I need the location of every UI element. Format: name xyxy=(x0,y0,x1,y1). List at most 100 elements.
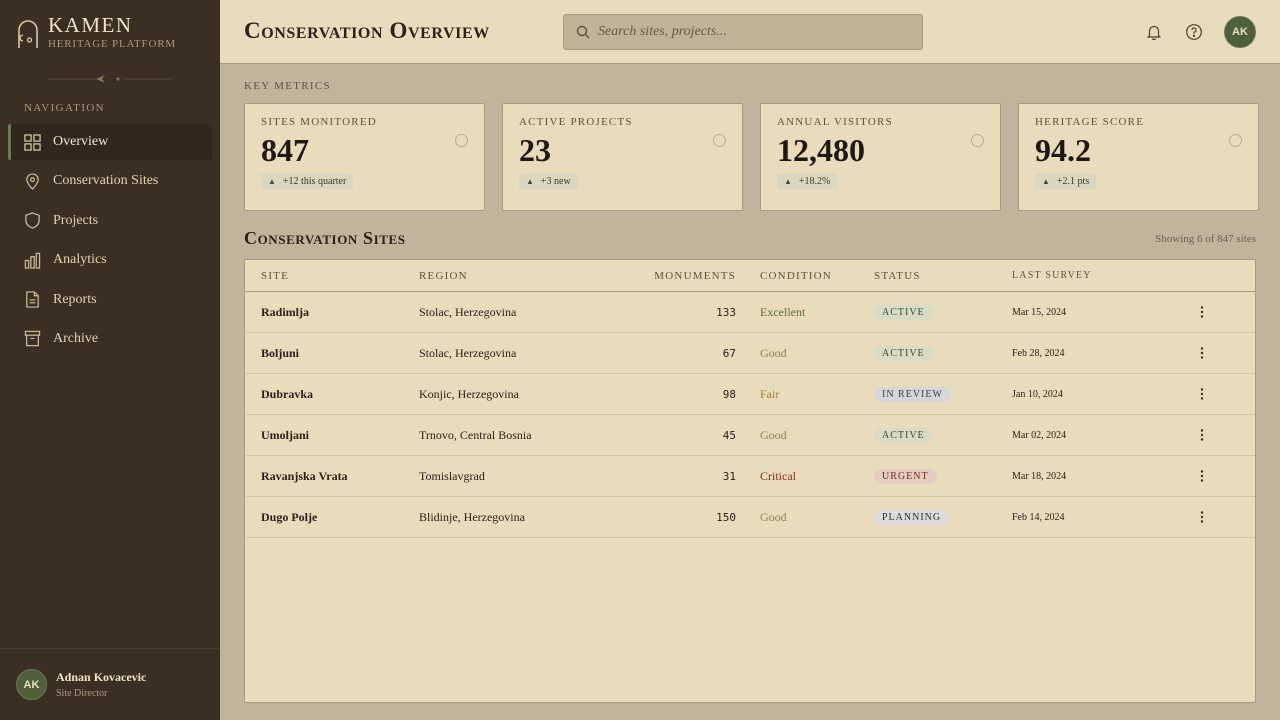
monument-count: 45 xyxy=(722,428,736,442)
header-avatar[interactable]: AK xyxy=(1224,16,1256,48)
sidebar-item-label: Conservation Sites xyxy=(53,173,159,189)
metric-cards: SITES MONITORED 847 ▲ +12 this quarter AC… xyxy=(244,103,1259,211)
ring-indicator-icon xyxy=(713,134,726,147)
metric-delta-badge: ▲ +18.2% xyxy=(777,174,838,189)
status-badge: IN REVIEW xyxy=(874,387,951,402)
table-row[interactable]: Ravanjska Vrata Tomislavgrad 31 Critical URG… xyxy=(245,456,1255,497)
metric-delta-badge: ▲ +2.1 pts xyxy=(1035,174,1097,189)
search-box[interactable] xyxy=(563,14,923,50)
site-name: Ravanjska Vrata xyxy=(261,468,348,483)
column-header-region[interactable]: REGION xyxy=(419,270,609,282)
ring-indicator-icon xyxy=(971,134,984,147)
column-header-monuments[interactable]: MONUMENTS xyxy=(609,270,736,282)
more-options-icon[interactable] xyxy=(1195,510,1209,524)
monument-count: 31 xyxy=(722,469,736,483)
condition-label: Excellent xyxy=(760,304,806,319)
sidebar-item-overview[interactable]: Overview xyxy=(8,124,212,160)
sidebar-item-reports[interactable]: Reports xyxy=(8,282,212,318)
monument-count: 98 xyxy=(722,387,736,401)
status-badge: ACTIVE xyxy=(874,305,933,320)
site-name: Boljuni xyxy=(261,345,300,360)
ring-indicator-icon xyxy=(455,134,468,147)
site-region: Stolac, Herzegovina xyxy=(419,304,517,319)
top-bar: Conservation Overview AK xyxy=(220,0,1280,64)
site-region: Blidinje, Herzegovina xyxy=(419,509,525,524)
metric-label: HERITAGE SCORE xyxy=(1035,116,1145,128)
sidebar-item-archive[interactable]: Archive xyxy=(8,321,212,357)
last-survey-date: Jan 10, 2024 xyxy=(1012,388,1063,400)
more-options-icon[interactable] xyxy=(1195,305,1209,319)
sidebar: KAMEN HERITAGE PLATFORM NAVIGATION Overv… xyxy=(0,0,220,720)
metric-card-sites-monitored: SITES MONITORED 847 ▲ +12 this quarter xyxy=(244,103,485,211)
last-survey-date: Feb 14, 2024 xyxy=(1012,511,1065,523)
table-row[interactable]: Umoljani Trnovo, Central Bosnia 45 Good ACTI… xyxy=(245,415,1255,456)
user-name: Adnan Kovacevic xyxy=(56,670,147,684)
table-row[interactable]: Boljuni Stolac, Herzegovina 67 Good ACTIVE Fe… xyxy=(245,333,1255,374)
metric-delta-badge: ▲ +12 this quarter xyxy=(261,174,354,189)
site-name: Radimlja xyxy=(261,304,309,319)
help-icon[interactable] xyxy=(1185,23,1203,41)
metric-delta-text: +18.2% xyxy=(798,176,831,187)
search-icon xyxy=(576,25,590,39)
search-input[interactable] xyxy=(598,24,908,40)
column-header-last-survey[interactable]: LAST SURVEY xyxy=(1012,270,1162,281)
ornament-divider xyxy=(48,75,172,83)
user-role: Site Director xyxy=(56,688,108,699)
table-row[interactable]: Dubravka Konjic, Herzegovina 98 Fair IN REVI… xyxy=(245,374,1255,415)
bar-chart-icon xyxy=(24,252,41,269)
trend-up-icon: ▲ xyxy=(784,177,792,186)
key-metrics-label: KEY METRICS xyxy=(244,80,331,92)
metric-card-heritage-score: HERITAGE SCORE 94.2 ▲ +2.1 pts xyxy=(1018,103,1259,211)
brand-subtitle: HERITAGE PLATFORM xyxy=(48,38,176,50)
column-header-status[interactable]: STATUS xyxy=(874,270,1012,282)
condition-label: Critical xyxy=(760,468,796,483)
sidebar-item-projects[interactable]: Projects xyxy=(8,203,212,239)
site-name: Dugo Polje xyxy=(261,509,318,524)
table-row[interactable]: Radimlja Stolac, Herzegovina 133 Excellent A… xyxy=(245,292,1255,333)
metric-delta-text: +2.1 pts xyxy=(1056,176,1090,187)
sidebar-user-profile[interactable]: AK Adnan Kovacevic Site Director xyxy=(0,648,220,720)
column-header-site[interactable]: SITE xyxy=(245,270,419,282)
brand-name: KAMEN xyxy=(48,13,133,37)
sidebar-item-label: Analytics xyxy=(53,252,107,268)
last-survey-date: Feb 28, 2024 xyxy=(1012,347,1065,359)
last-survey-date: Mar 15, 2024 xyxy=(1012,306,1067,318)
site-name: Umoljani xyxy=(261,427,309,442)
sidebar-item-label: Projects xyxy=(53,212,99,228)
document-icon xyxy=(26,291,39,308)
more-options-icon[interactable] xyxy=(1195,469,1209,483)
metric-label: ANNUAL VISITORS xyxy=(777,116,893,128)
column-header-condition[interactable]: CONDITION xyxy=(736,270,874,282)
more-options-icon[interactable] xyxy=(1195,428,1209,442)
stone-arch-logo-icon xyxy=(18,20,38,48)
last-survey-date: Mar 18, 2024 xyxy=(1012,470,1067,482)
metric-value: 94.2 xyxy=(1035,132,1091,168)
sidebar-item-conservation-sites[interactable]: Conservation Sites xyxy=(8,163,212,199)
more-options-icon[interactable] xyxy=(1195,346,1209,360)
grid-icon xyxy=(24,133,41,151)
more-options-icon[interactable] xyxy=(1195,387,1209,401)
sidebar-item-label: Reports xyxy=(53,291,97,307)
metric-label: ACTIVE PROJECTS xyxy=(519,116,633,128)
site-region: Tomislavgrad xyxy=(419,468,485,483)
metric-label: SITES MONITORED xyxy=(261,116,377,128)
bell-icon[interactable] xyxy=(1145,23,1163,41)
sidebar-item-analytics[interactable]: Analytics xyxy=(8,242,212,278)
metric-delta-text: +3 new xyxy=(540,176,571,187)
trend-up-icon: ▲ xyxy=(526,177,534,186)
status-badge: URGENT xyxy=(874,469,937,484)
sidebar-nav: Overview Conservation Sites Projects Ana… xyxy=(8,124,212,360)
sidebar-item-label: Overview xyxy=(53,134,109,149)
sites-section-title: Conservation Sites xyxy=(244,228,406,248)
condition-label: Good xyxy=(760,427,787,442)
site-region: Stolac, Herzegovina xyxy=(419,345,517,360)
trend-up-icon: ▲ xyxy=(268,177,276,186)
status-badge: ACTIVE xyxy=(874,346,933,361)
metric-value: 847 xyxy=(261,132,309,168)
table-header: SITE REGION MONUMENTS CONDITION STATUS L… xyxy=(245,260,1255,292)
monument-count: 67 xyxy=(722,346,736,360)
nav-section-title: NAVIGATION xyxy=(24,102,106,114)
condition-label: Good xyxy=(760,345,787,360)
sites-count: Showing 6 of 847 sites xyxy=(1155,233,1256,245)
table-row[interactable]: Dugo Polje Blidinje, Herzegovina 150 Good PL… xyxy=(245,497,1255,538)
